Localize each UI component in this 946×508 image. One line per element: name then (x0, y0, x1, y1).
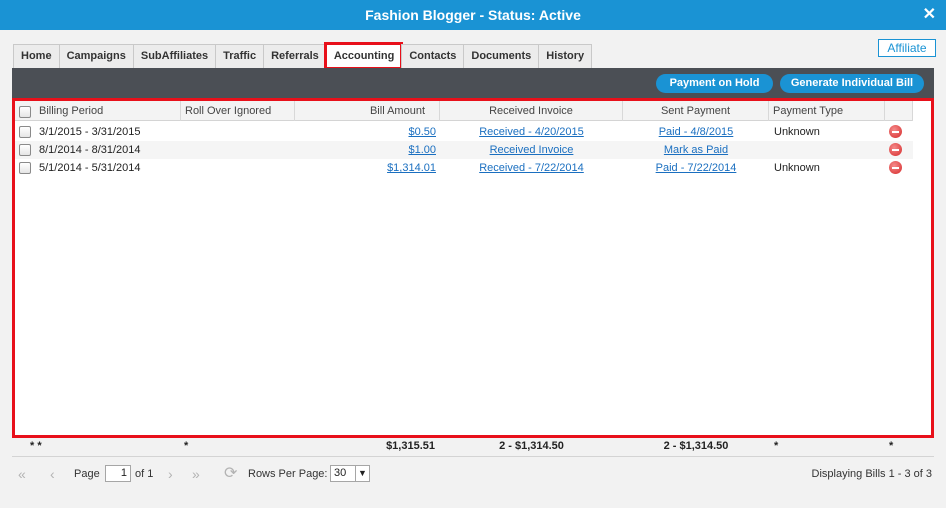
rows-per-page-value: 30 (334, 467, 347, 479)
column-sent-payment[interactable]: Sent Payment (623, 101, 769, 121)
displaying-count: Displaying Bills 1 - 3 of 3 (811, 468, 932, 480)
summary-type: * (774, 440, 779, 452)
table-row[interactable]: 3/1/2015 - 3/31/2015 $0.50 Received - 4/… (15, 123, 913, 141)
payment-on-hold-button[interactable]: Payment on Hold (656, 74, 773, 93)
page-label: Page (74, 468, 100, 480)
tab-accounting[interactable]: Accounting (323, 42, 404, 70)
bill-amount-link[interactable]: $1.00 (295, 141, 436, 159)
bills-grid: Billing Period Roll Over Ignored Bill Am… (12, 98, 934, 438)
tab-contacts[interactable]: Contacts (401, 44, 464, 68)
column-billing-period[interactable]: Billing Period (35, 101, 181, 121)
page-number-input[interactable]: 1 (105, 465, 131, 482)
row-checkbox[interactable] (19, 144, 31, 156)
summary-received: 2 - $1,314.50 (499, 440, 564, 452)
delete-icon[interactable] (889, 125, 902, 138)
received-invoice-link[interactable]: Received - 7/22/2014 (440, 159, 623, 177)
close-icon[interactable]: ✕ (923, 0, 936, 30)
column-payment-type[interactable]: Payment Type (769, 101, 885, 121)
summary-sent: 2 - $1,314.50 (663, 440, 729, 452)
table-row[interactable]: 8/1/2014 - 8/31/2014 $1.00 Received Invo… (15, 141, 913, 159)
grid-toolbar: Payment on Hold Generate Individual Bill (12, 68, 934, 98)
bill-amount-link[interactable]: $1,314.01 (295, 159, 436, 177)
billing-period-cell: 3/1/2015 - 3/31/2015 (39, 126, 141, 138)
row-checkbox[interactable] (19, 126, 31, 138)
row-checkbox[interactable] (19, 162, 31, 174)
chevron-down-icon: ▼ (355, 466, 369, 481)
billing-period-cell: 5/1/2014 - 5/31/2014 (39, 162, 141, 174)
billing-period-cell: 8/1/2014 - 8/31/2014 (39, 144, 141, 156)
summary-row: * * * $1,315.51 2 - $1,314.50 2 - $1,314… (12, 438, 934, 455)
received-invoice-link[interactable]: Received - 4/20/2015 (440, 123, 623, 141)
tab-home[interactable]: Home (13, 44, 59, 68)
last-page-icon[interactable]: » (192, 465, 200, 483)
bill-amount-link[interactable]: $0.50 (295, 123, 436, 141)
pagination-bar: « ‹ Page 1 of 1 › » ⟳ Rows Per Page: 30 … (12, 456, 934, 490)
summary-period: * * (30, 440, 42, 452)
first-page-icon[interactable]: « (18, 465, 26, 483)
refresh-icon[interactable]: ⟳ (224, 465, 237, 483)
tab-referrals[interactable]: Referrals (263, 44, 326, 68)
tab-bar: Home Campaigns SubAffiliates Traffic Ref… (13, 42, 593, 70)
summary-roll-over: * (184, 440, 189, 452)
summary-amount: $1,315.51 (386, 440, 435, 452)
sent-payment-link[interactable]: Paid - 4/8/2015 (623, 123, 769, 141)
generate-individual-bill-button[interactable]: Generate Individual Bill (780, 74, 924, 93)
grid-header: Billing Period Roll Over Ignored Bill Am… (15, 101, 913, 121)
delete-icon[interactable] (889, 161, 902, 174)
column-received-invoice[interactable]: Received Invoice (440, 101, 623, 121)
delete-icon[interactable] (889, 143, 902, 156)
sent-payment-link[interactable]: Paid - 7/22/2014 (623, 159, 769, 177)
next-page-icon[interactable]: › (168, 465, 173, 483)
payment-type-cell: Unknown (774, 126, 820, 138)
rows-per-page-label: Rows Per Page: (248, 468, 328, 480)
affiliate-button[interactable]: Affiliate (878, 39, 936, 57)
window-titlebar: Fashion Blogger - Status: Active ✕ (0, 0, 946, 30)
column-actions (885, 101, 913, 121)
column-bill-amount[interactable]: Bill Amount (295, 101, 440, 121)
column-roll-over-ignored[interactable]: Roll Over Ignored (181, 101, 295, 121)
tab-subaffiliates[interactable]: SubAffiliates (132, 44, 216, 68)
received-invoice-link[interactable]: Received Invoice (440, 141, 623, 159)
payment-type-cell: Unknown (774, 162, 820, 174)
page-total-label: of 1 (135, 468, 154, 480)
tab-history[interactable]: History (538, 44, 593, 68)
window-title: Fashion Blogger - Status: Active (365, 7, 581, 23)
mark-as-paid-link[interactable]: Mark as Paid (623, 141, 769, 159)
tab-documents[interactable]: Documents (463, 44, 539, 68)
tab-campaigns[interactable]: Campaigns (58, 44, 133, 68)
table-row[interactable]: 5/1/2014 - 5/31/2014 $1,314.01 Received … (15, 159, 913, 177)
rows-per-page-select[interactable]: 30 ▼ (330, 465, 370, 482)
select-all-checkbox[interactable] (19, 106, 31, 118)
previous-page-icon[interactable]: ‹ (50, 465, 55, 483)
summary-action: * (889, 440, 894, 452)
tab-traffic[interactable]: Traffic (215, 44, 264, 68)
